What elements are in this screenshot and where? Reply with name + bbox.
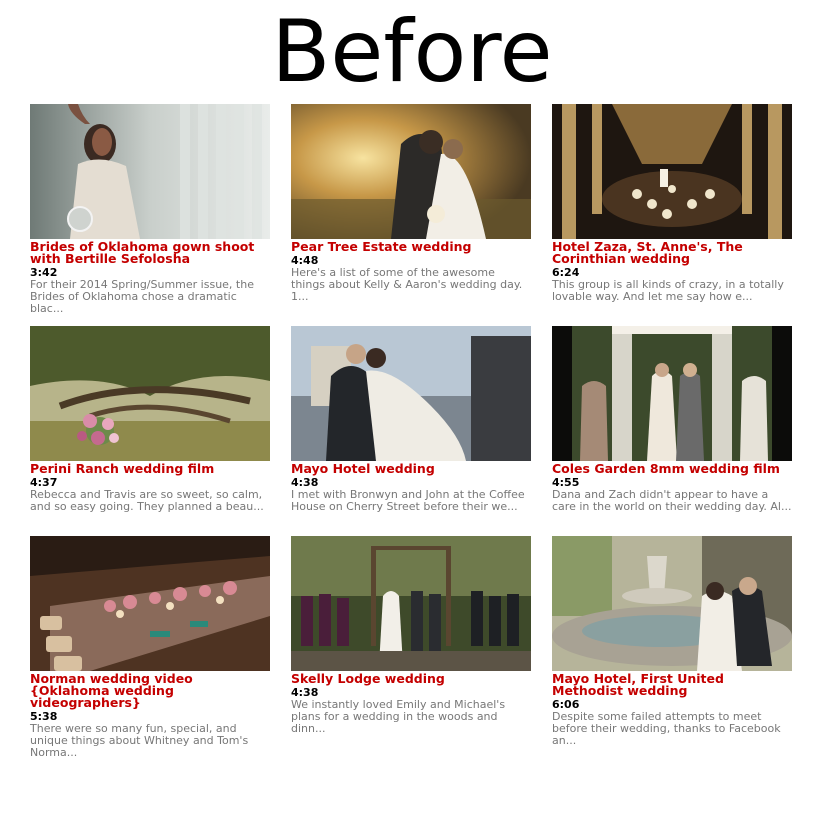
video-thumbnail[interactable]	[552, 536, 792, 671]
video-card: Coles Garden 8mm wedding film 4:55 Dana …	[552, 326, 792, 513]
video-description: Here's a list of some of the awesome thi…	[291, 266, 523, 303]
video-card: Skelly Lodge wedding 4:38 We instantly l…	[291, 536, 531, 735]
video-thumbnail[interactable]	[30, 104, 270, 239]
video-description: This group is all kinds of crazy, in a t…	[552, 278, 784, 303]
video-title-link[interactable]: Skelly Lodge wedding	[291, 672, 531, 685]
reception-table-image	[30, 536, 270, 671]
video-description: We instantly loved Emily and Michael's p…	[291, 698, 506, 735]
video-thumbnail[interactable]	[291, 104, 531, 239]
video-card: Pear Tree Estate wedding 4:48 Here's a l…	[291, 104, 531, 303]
sunset-couple-image	[291, 104, 531, 239]
video-thumbnail[interactable]	[291, 326, 531, 461]
video-title-link[interactable]: Mayo Hotel wedding	[291, 462, 531, 475]
video-card: Hotel Zaza, St. Anne's, The Corinthian w…	[552, 104, 792, 303]
video-title-link[interactable]: Pear Tree Estate wedding	[291, 240, 531, 253]
video-thumbnail[interactable]	[30, 536, 270, 671]
video-description: Rebecca and Travis are so sweet, so calm…	[30, 488, 264, 513]
video-title-link[interactable]: Norman wedding video {Oklahoma wedding v…	[30, 672, 270, 709]
video-thumbnail[interactable]	[291, 536, 531, 671]
video-thumbnail[interactable]	[552, 104, 792, 239]
video-description: I met with Bronwyn and John at the Coffe…	[291, 488, 525, 513]
fountain-couple-image	[552, 536, 792, 671]
bride-portrait-image	[30, 104, 270, 239]
video-card: Mayo Hotel wedding 4:38 I met with Bronw…	[291, 326, 531, 513]
floral-tree-image	[30, 326, 270, 461]
page-heading: Before	[271, 2, 553, 102]
video-description: Dana and Zach didn't appear to have a ca…	[552, 488, 792, 513]
video-card: Brides of Oklahoma gown shoot with Berti…	[30, 104, 270, 315]
video-description: Despite some failed attempts to meet bef…	[552, 710, 781, 747]
video-title-link[interactable]: Coles Garden 8mm wedding film	[552, 462, 792, 475]
rooftop-kiss-image	[291, 326, 531, 461]
ballroom-image	[552, 104, 792, 239]
video-title-link[interactable]: Hotel Zaza, St. Anne's, The Corinthian w…	[552, 240, 792, 265]
garden-aisle-image	[552, 326, 792, 461]
video-title-link[interactable]: Mayo Hotel, First United Methodist weddi…	[552, 672, 792, 697]
video-title-link[interactable]: Perini Ranch wedding film	[30, 462, 270, 475]
woods-ceremony-image	[291, 536, 531, 671]
video-thumbnail[interactable]	[552, 326, 792, 461]
video-title-link[interactable]: Brides of Oklahoma gown shoot with Berti…	[30, 240, 270, 265]
video-description: There were so many fun, special, and uni…	[30, 722, 249, 759]
video-thumbnail[interactable]	[30, 326, 270, 461]
video-card: Mayo Hotel, First United Methodist weddi…	[552, 536, 792, 747]
video-description: For their 2014 Spring/Summer issue, the …	[30, 278, 254, 315]
video-card: Perini Ranch wedding film 4:37 Rebecca a…	[30, 326, 270, 513]
video-card: Norman wedding video {Oklahoma wedding v…	[30, 536, 270, 759]
